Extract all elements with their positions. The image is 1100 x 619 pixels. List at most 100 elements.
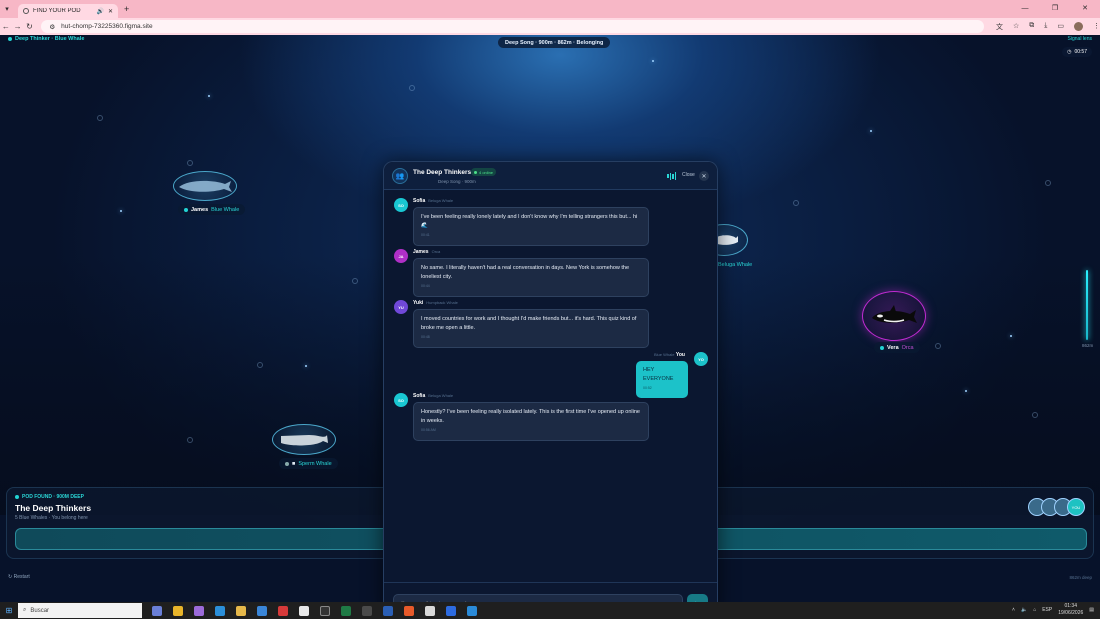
back-button[interactable]: ← [0,22,12,31]
whale-bubble-james[interactable] [173,171,237,201]
chat-subtitle: Deep Song · 900m [438,179,476,184]
tab-search-icon[interactable]: ▾ [0,5,14,13]
message-text: I've been feeling really lonely lately a… [421,214,638,229]
minimize-button[interactable]: — [1010,0,1040,18]
bubble [187,160,193,166]
zoom-app-icon[interactable] [446,605,456,616]
file-explorer-icon[interactable] [236,605,246,616]
close-tab-icon[interactable]: ✕ [108,8,113,15]
search-icon: ⌕ [23,607,27,613]
pod-title: The Deep Thinkers [15,503,92,513]
chevron-up-icon[interactable]: ˄ [1012,607,1015,613]
edge-app-icon[interactable] [215,605,225,616]
browser-toolbar: ← → ↻ ⚙ hut-chomp-73225360.figma.site 文 … [0,18,1100,35]
windows-start-icon[interactable]: ⊞ [0,606,18,615]
status-dot [8,37,12,41]
chat-composer: ➤ [384,582,717,602]
forward-button[interactable]: → [12,22,24,31]
whale-bubble-vera[interactable] [862,291,926,341]
whale-name: James [191,206,209,213]
download-icon[interactable]: ⤓ [1044,22,1047,32]
sender-avatar: YU [394,300,408,314]
signal-lens-label[interactable]: Signal lens [1068,36,1092,42]
message-bubble: HEY EVERYONE 00:52 [636,361,688,398]
tab-title: FIND YOUR POD [33,8,81,14]
network-icon[interactable]: ⌂ [1033,607,1036,613]
message-text: I moved countries for work and I thought… [421,316,637,331]
speaker-icon[interactable]: 🔈 [1021,607,1027,613]
copilot-app-icon[interactable] [194,605,204,616]
message-header: Sofia Beluga Whale [413,198,453,204]
pod-subtitle: 5 Blue Whales · You belong here [15,515,88,521]
blue-whale-icon [179,180,232,192]
extensions-icon[interactable]: ⧉ [1029,22,1034,32]
outlook-app-icon[interactable] [257,605,267,616]
browser-tab[interactable]: FIND YOUR POD 🔊 ✕ [18,4,118,18]
notifications-icon[interactable]: ▤ [1089,607,1094,613]
audio-wave-icon[interactable] [667,172,676,180]
pinned-apps [152,605,477,616]
orca-icon [872,305,917,323]
pod-found-kicker: POD FOUND · 900M DEEP [15,494,84,500]
sender-name: You [675,352,685,358]
sender-species: Orca [431,249,441,254]
star-light [120,210,122,212]
maximize-button[interactable]: ❐ [1040,0,1070,18]
whale-tag-vera: Vera Orca [874,342,920,353]
chrome-active-app-icon[interactable] [362,605,372,616]
close-chat-button[interactable]: Close [682,172,695,178]
close-icon[interactable]: ✕ [699,171,709,181]
user-whale-label: Deep Thinker · Blue Whale [15,36,85,42]
reload-button[interactable]: ↻ [24,22,36,31]
sender-name: Sofia [413,198,426,204]
opera-app-icon[interactable] [278,605,288,616]
app-icon[interactable] [467,605,477,616]
claude-app-icon[interactable] [404,605,414,616]
restart-button[interactable]: ↻ Restart [8,574,30,580]
excel-app-icon[interactable] [341,605,351,616]
close-window-button[interactable]: ✕ [1070,0,1100,18]
new-tab-button[interactable]: + [124,4,129,14]
status-dot [285,461,289,466]
whale-species: Beluga Whale [718,261,753,268]
star-light [208,95,210,97]
you-avatar: YOU [1067,498,1085,516]
wave-bar [674,172,676,180]
ocean-scene: Deep Thinker · Blue Whale Deep Song · 90… [0,35,1100,602]
taskbar-search[interactable]: ⌕ Buscar [18,603,142,618]
word-app-icon[interactable] [383,605,393,616]
message-time: 00:41 [421,233,430,237]
flag-icon: ■ [292,460,296,467]
online-badge: 4 online [471,168,497,176]
language-indicator[interactable]: ESP [1042,607,1052,613]
group-icon: 👥 [392,168,408,184]
timer-badge: ◷ 00:57 [1062,47,1092,57]
chrome-app-icon[interactable] [173,605,183,616]
menu-kebab-icon[interactable]: ⋮ [1093,22,1100,32]
whale-species: Orca [901,344,914,351]
whale-bubble-sperm[interactable] [272,424,336,455]
restart-label: Restart [13,574,30,580]
widgets-app-icon[interactable] [152,605,162,616]
downloads-icon[interactable]: ▭ [1057,22,1064,32]
bookmark-star-icon[interactable]: ☆ [1013,22,1019,32]
profile-avatar[interactable] [1074,21,1083,31]
notion-app-icon[interactable] [299,605,309,616]
translate-icon[interactable]: 文 [996,22,1003,32]
figma-app-icon[interactable] [320,605,330,616]
message-input[interactable] [393,594,683,602]
send-button[interactable]: ➤ [687,594,708,602]
sender-species: Beluga Whale [428,393,454,398]
system-clock[interactable]: 01:34 19/06/2026 [1058,603,1083,616]
wave-bar [672,173,674,179]
app-icon[interactable] [425,605,435,616]
address-bar[interactable]: ⚙ hut-chomp-73225360.figma.site [41,20,984,33]
browser-tab-strip: ▾ FIND YOUR POD 🔊 ✕ + — ❐ ✕ [0,0,1100,18]
depth-indicator [1086,270,1088,340]
audio-icon[interactable]: 🔊 [96,8,103,15]
sender-species: Humpback Whale [426,300,458,305]
site-info-icon[interactable]: ⚙ [49,23,55,31]
whale-species: Sperm Whale [298,460,332,467]
whale-name: Vera [887,344,899,351]
message-time: 00:52 [643,386,652,390]
